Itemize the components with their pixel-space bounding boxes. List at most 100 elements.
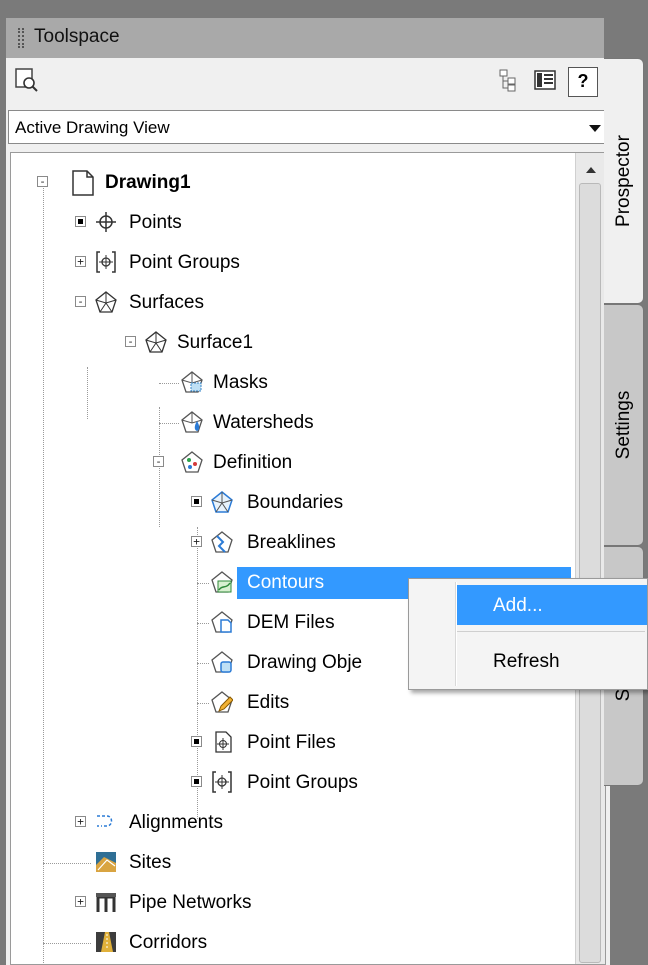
tree-connector — [197, 703, 209, 704]
collapse-toggle[interactable]: - — [125, 336, 136, 347]
tree-connector — [159, 383, 179, 384]
scroll-up-icon[interactable] — [586, 167, 596, 173]
tree-item-masks[interactable]: Masks — [11, 367, 571, 399]
tree-connector — [197, 623, 209, 624]
tree-item-definition[interactable]: - Definition — [11, 447, 571, 479]
tab-prospector[interactable]: Prospector — [604, 58, 644, 304]
corridors-icon — [95, 931, 117, 953]
tree-item-surfaces[interactable]: - Surfaces — [11, 287, 571, 319]
collapse-toggle[interactable]: - — [153, 456, 164, 467]
title-bar[interactable]: Toolspace — [6, 18, 604, 58]
tree-item-label: Point Files — [247, 732, 336, 753]
tree-item-label: Masks — [213, 372, 268, 393]
expand-toggle[interactable] — [191, 776, 202, 787]
point-files-icon — [211, 731, 233, 753]
tree-item-label: DEM Files — [247, 612, 335, 633]
collapse-toggle[interactable]: - — [37, 176, 48, 187]
prospector-tree: - Drawing1 Points + Point Groups - Surfa… — [10, 152, 606, 965]
toolspace-window: Toolspace ? Active Drawing View - Drawin… — [0, 0, 648, 965]
view-selector[interactable]: Active Drawing View — [8, 110, 610, 144]
drawing-icon — [69, 169, 97, 197]
tab-label: S — [612, 688, 634, 701]
tree-item-label: Drawing Obje — [247, 652, 363, 673]
collapse-toggle[interactable]: - — [75, 296, 86, 307]
tree-connector — [43, 863, 91, 864]
expand-toggle[interactable]: + — [75, 896, 86, 907]
expand-toggle[interactable] — [75, 216, 86, 227]
help-label: ? — [577, 71, 589, 91]
point-groups-icon — [211, 771, 233, 793]
tree-item-watersheds[interactable]: Watersheds — [11, 407, 571, 439]
alignments-icon — [95, 811, 117, 833]
expand-toggle[interactable]: + — [75, 816, 86, 827]
tree-item-label: Breaklines — [247, 532, 336, 553]
vertical-tabs: Prospector Settings S — [604, 58, 648, 965]
breaklines-icon — [211, 531, 233, 553]
tree-item-pipe-networks[interactable]: + Pipe Networks — [11, 887, 571, 919]
menu-separator — [457, 631, 645, 632]
chevron-down-icon[interactable] — [589, 125, 601, 132]
tree-item-label: Boundaries — [247, 492, 344, 513]
tree-item-point-groups-definition[interactable]: Point Groups — [11, 767, 571, 799]
expand-toggle[interactable]: + — [75, 256, 86, 267]
tree-item-point-files[interactable]: Point Files — [11, 727, 571, 759]
expand-toggle[interactable] — [191, 496, 202, 507]
menu-item-refresh[interactable]: Refresh — [457, 641, 647, 681]
tree-item-sites[interactable]: Sites — [11, 847, 571, 879]
tree-item-points[interactable]: Points — [11, 207, 571, 239]
expand-toggle[interactable] — [191, 736, 202, 747]
tab-label: Prospector — [612, 135, 634, 227]
definition-icon — [181, 451, 203, 473]
tree-item-drawing-objects[interactable]: Drawing Obje — [11, 647, 411, 679]
tree-item-label: Drawing1 — [105, 172, 191, 193]
tree-item-label: Contours — [247, 572, 325, 593]
menu-item-label: Refresh — [493, 651, 560, 672]
context-menu: Add... Refresh — [408, 578, 648, 690]
tree-view-icon[interactable] — [496, 67, 526, 97]
tree-item-alignments[interactable]: + Alignments — [11, 807, 571, 839]
tree-item-surface1[interactable]: - Surface1 — [11, 327, 571, 359]
tree-connector — [197, 583, 209, 584]
tree-item-label: Alignments — [129, 812, 223, 833]
expand-toggle[interactable]: + — [191, 536, 202, 547]
watersheds-icon — [181, 411, 203, 433]
tree-item-label: Edits — [247, 692, 290, 713]
tree-item-boundaries[interactable]: Boundaries — [11, 487, 571, 519]
surface-icon — [95, 291, 117, 313]
drag-grip-icon[interactable] — [18, 28, 24, 48]
tree-item-label: Point Groups — [247, 772, 358, 793]
boundaries-icon — [211, 491, 233, 513]
tree-connector — [197, 663, 209, 664]
tree-item-label: Sites — [129, 852, 172, 873]
tree-item-drawing1[interactable]: - Drawing1 — [11, 167, 571, 199]
tree-connector — [159, 423, 179, 424]
edits-icon — [211, 691, 234, 713]
tree-item-breaklines[interactable]: + Breaklines — [11, 527, 571, 559]
tree-item-corridors[interactable]: Corridors — [11, 927, 571, 959]
tree-item-label: Definition — [213, 452, 293, 473]
vertical-scrollbar[interactable] — [575, 153, 605, 964]
tree-item-label: Surface1 — [177, 332, 254, 353]
tree-item-edits[interactable]: Edits — [11, 687, 411, 719]
contours-icon — [211, 571, 233, 593]
window-title: Toolspace — [34, 26, 120, 47]
points-icon — [95, 211, 117, 233]
tree-item-label: Points — [129, 212, 182, 233]
help-icon[interactable]: ? — [568, 67, 598, 97]
tree-item-dem-files[interactable]: DEM Files — [11, 607, 411, 639]
scrollbar-thumb[interactable] — [579, 183, 601, 963]
tree-item-label: Corridors — [129, 932, 208, 953]
point-groups-icon — [95, 251, 117, 273]
tree-item-label: Pipe Networks — [129, 892, 252, 913]
pipe-networks-icon — [95, 891, 117, 913]
dem-files-icon — [211, 611, 233, 633]
search-icon[interactable] — [14, 67, 44, 97]
menu-item-add[interactable]: Add... — [457, 585, 647, 625]
tree-item-point-groups[interactable]: + Point Groups — [11, 247, 571, 279]
item-view-icon[interactable] — [532, 67, 562, 97]
surface-icon — [145, 331, 167, 353]
tab-settings[interactable]: Settings — [604, 304, 644, 546]
toolspace-panel: ? Active Drawing View - Drawing1 Points … — [6, 58, 610, 965]
tree-connector — [43, 943, 91, 944]
view-selector-value: Active Drawing View — [15, 118, 170, 137]
